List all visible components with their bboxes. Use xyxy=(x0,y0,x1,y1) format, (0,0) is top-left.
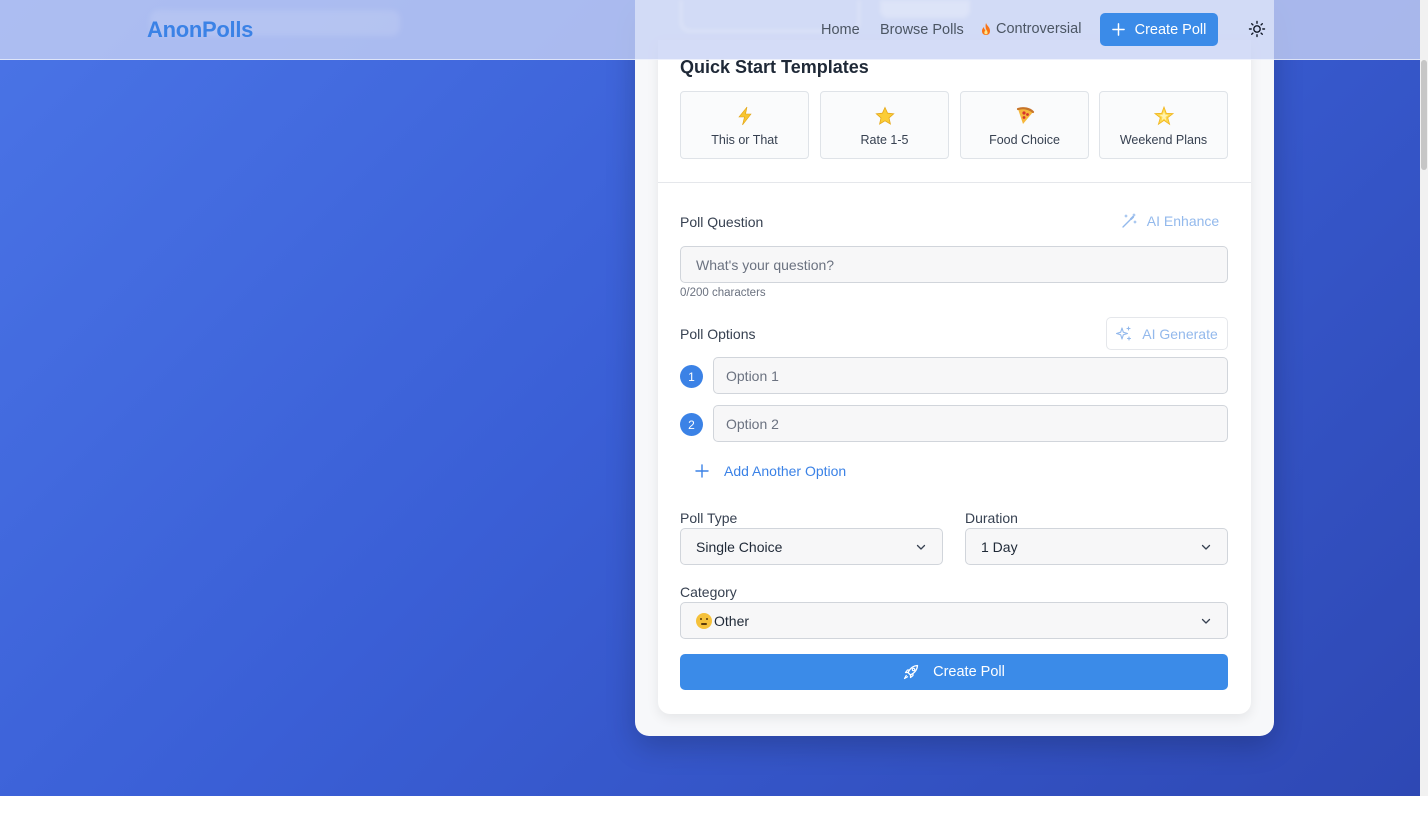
template-weekend-plans[interactable]: Weekend Plans xyxy=(1099,91,1228,159)
poll-options-label: Poll Options xyxy=(680,326,756,342)
create-poll-submit-label: Create Poll xyxy=(933,664,1005,680)
rocket-icon xyxy=(904,664,919,680)
blurred-background-content xyxy=(880,0,970,18)
character-count: 0/200 characters xyxy=(680,287,766,299)
option-1-input[interactable] xyxy=(713,357,1228,394)
chevron-down-icon xyxy=(1201,618,1211,624)
thinking-face-emoji xyxy=(696,612,712,629)
pizza-icon xyxy=(1015,106,1035,126)
nav-link-home[interactable]: Home xyxy=(821,22,860,38)
magic-wand-icon xyxy=(1122,213,1137,228)
option-number-badge: 1 xyxy=(680,365,703,388)
category-value-wrapper: Other xyxy=(696,612,750,629)
template-label: This or That xyxy=(711,133,778,147)
nav-create-poll-label: Create Poll xyxy=(1134,21,1207,38)
poll-type-select[interactable]: Single Choice xyxy=(680,528,943,565)
template-this-or-that[interactable]: This or That xyxy=(680,91,809,159)
create-poll-submit-button[interactable]: Create Poll xyxy=(680,654,1228,690)
page-scrollbar[interactable] xyxy=(1420,0,1428,796)
star-icon xyxy=(874,106,895,126)
lightning-icon xyxy=(735,106,755,126)
option-number-badge: 2 xyxy=(680,413,703,436)
add-another-option-label: Add Another Option xyxy=(724,463,847,479)
ai-enhance-label: AI Enhance xyxy=(1146,213,1220,229)
duration-select[interactable]: 1 Day xyxy=(965,528,1228,565)
category-select[interactable]: Other xyxy=(680,602,1228,639)
sparkles-icon xyxy=(1116,325,1132,341)
brand-logo[interactable]: AnonPolls xyxy=(147,17,253,43)
section-divider xyxy=(658,182,1251,183)
template-food-choice[interactable]: Food Choice xyxy=(960,91,1089,159)
ai-enhance-button[interactable]: AI Enhance xyxy=(1112,206,1228,236)
sparkle-star-icon xyxy=(1153,106,1174,126)
ai-generate-button[interactable]: AI Generate xyxy=(1106,317,1228,350)
chevron-down-icon xyxy=(1201,544,1211,550)
category-value: Other xyxy=(714,612,750,629)
sun-icon[interactable] xyxy=(1248,20,1266,38)
template-label: Food Choice xyxy=(989,133,1060,147)
ai-generate-label: AI Generate xyxy=(1142,325,1218,342)
add-another-option-button[interactable]: Add Another Option xyxy=(695,463,846,479)
plus-icon xyxy=(695,464,709,478)
scrollbar-thumb[interactable] xyxy=(1421,60,1427,170)
poll-type-label: Poll Type xyxy=(680,510,738,526)
poll-question-input[interactable] xyxy=(680,246,1228,283)
option-2-input[interactable] xyxy=(713,405,1228,442)
duration-value: 1 Day xyxy=(981,538,1018,555)
flame-icon xyxy=(982,23,990,35)
nav-link-controversial-label: Controversial xyxy=(996,21,1082,37)
nav-link-browse-polls[interactable]: Browse Polls xyxy=(880,22,964,38)
poll-question-label: Poll Question xyxy=(680,214,764,230)
top-navbar: AnonPolls Home Browse Polls Controversia… xyxy=(0,0,1420,60)
chevron-down-icon xyxy=(916,544,926,550)
nav-link-controversial[interactable]: Controversial xyxy=(980,21,1081,37)
nav-create-poll-button[interactable]: Create Poll xyxy=(1100,13,1218,46)
poll-type-value: Single Choice xyxy=(696,538,783,555)
template-rate-1-5[interactable]: Rate 1-5 xyxy=(820,91,949,159)
quick-start-templates-title: Quick Start Templates xyxy=(680,57,869,77)
template-label: Rate 1-5 xyxy=(860,133,909,147)
plus-icon xyxy=(1111,23,1125,36)
template-label: Weekend Plans xyxy=(1119,133,1208,147)
category-label: Category xyxy=(680,584,737,600)
duration-label: Duration xyxy=(965,510,1018,526)
